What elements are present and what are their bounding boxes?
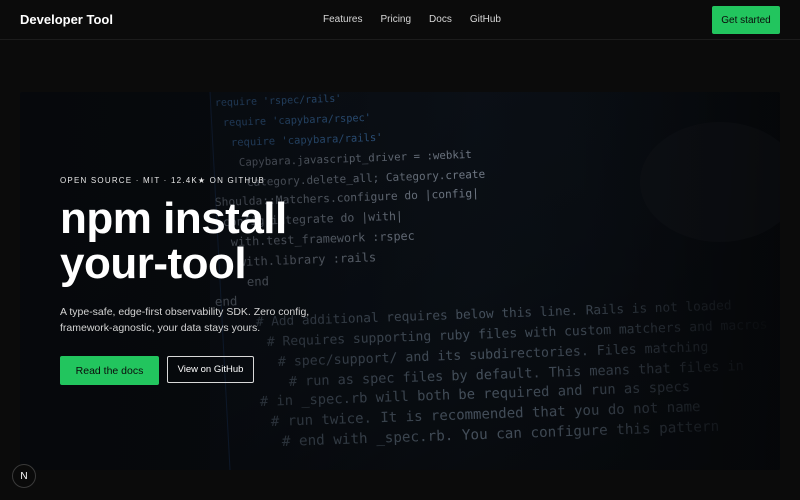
brand-logo[interactable]: Developer Tool	[20, 12, 113, 27]
top-navbar: Developer Tool Features Pricing Docs Git…	[0, 0, 800, 40]
read-docs-button[interactable]: Read the docs	[60, 356, 159, 385]
nextjs-badge-icon[interactable]: N	[12, 464, 36, 488]
nav-link-features[interactable]: Features	[323, 14, 362, 25]
get-started-button[interactable]: Get started	[712, 6, 780, 34]
nav-links: Features Pricing Docs GitHub	[323, 14, 501, 25]
nav-link-github[interactable]: GitHub	[470, 14, 501, 25]
view-on-github-button[interactable]: View on GitHub	[167, 356, 254, 383]
hero-headline: npm install your-tool	[60, 196, 287, 286]
hero-subtitle: A type-safe, edge-first observability SD…	[60, 306, 310, 334]
nav-link-docs[interactable]: Docs	[429, 14, 452, 25]
nav-link-pricing[interactable]: Pricing	[380, 14, 411, 25]
hero-eyebrow: OPEN SOURCE · MIT · 12.4K★ ON GITHUB	[60, 176, 265, 185]
headline-line-1: npm install	[60, 194, 287, 243]
headline-line-2: your-tool	[60, 239, 247, 288]
